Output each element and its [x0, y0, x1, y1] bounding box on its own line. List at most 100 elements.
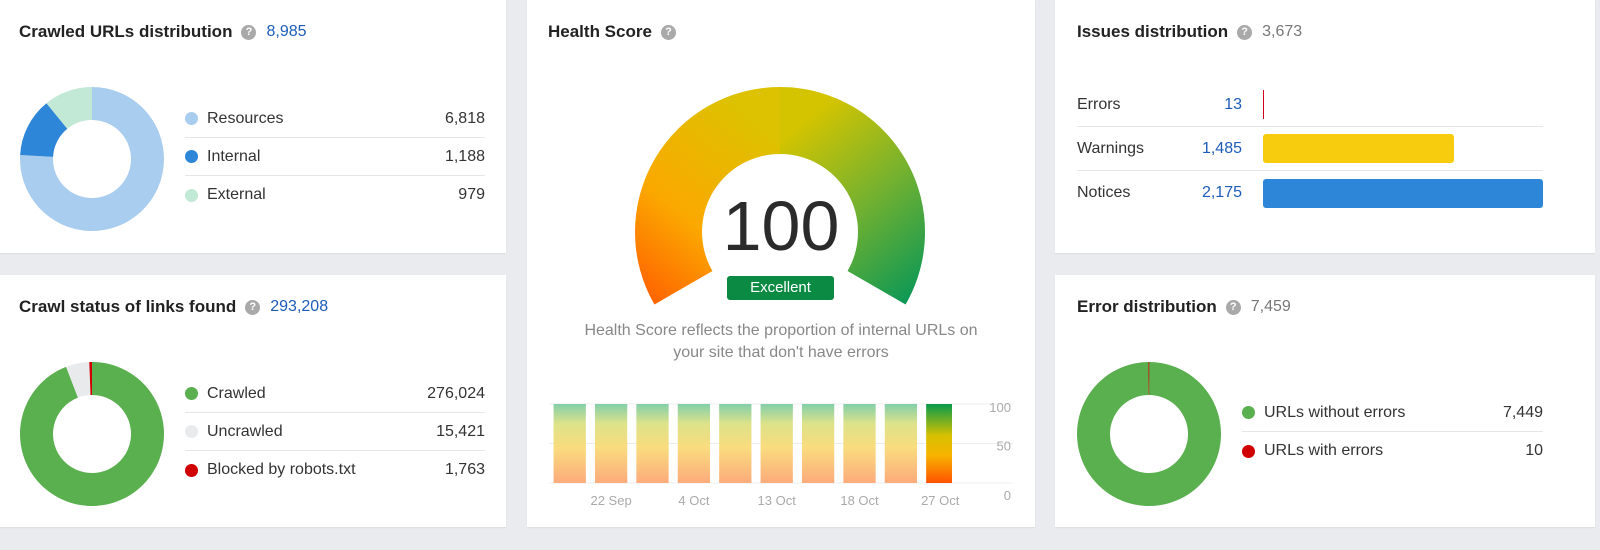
trend-y-tick: 100: [989, 400, 1011, 415]
legend-label: External: [207, 186, 266, 203]
legend-item-resources[interactable]: Resources 6,818: [185, 100, 485, 138]
health-score-description: Health Score reflects the proportion of …: [527, 320, 1035, 364]
legend-dot: [185, 463, 198, 477]
legend-label: Uncrawled: [207, 422, 283, 440]
legend-label: URLs without errors: [1264, 403, 1406, 421]
description-line: Health Score reflects the proportion of …: [584, 322, 978, 339]
trend-bar[interactable]: [594, 404, 628, 483]
error-distribution-panel: Error distribution ? 7,459 URLs without …: [1055, 275, 1595, 527]
crawled-urls-title-text: Crawled URLs distribution: [19, 22, 233, 41]
trend-bar[interactable]: [884, 404, 918, 483]
legend-value: 979: [458, 186, 485, 203]
issue-row-notices[interactable]: Notices 2,175: [1077, 171, 1543, 215]
error-distribution-title-text: Error distribution: [1077, 297, 1217, 316]
trend-x-label: 27 Oct: [921, 493, 960, 508]
trend-x-label: 22 Sep: [590, 493, 631, 508]
legend-item-uncrawled[interactable]: Uncrawled 15,421: [185, 413, 485, 451]
crawled-urls-title: Crawled URLs distribution ? 8,985: [19, 22, 307, 42]
question-circle-icon[interactable]: ?: [245, 299, 261, 315]
legend-dot: [185, 112, 198, 125]
legend-value: 15,421: [436, 422, 485, 440]
legend-item-internal[interactable]: Internal 1,188: [185, 138, 485, 176]
error-distribution-title: Error distribution ? 7,459: [1077, 297, 1291, 317]
trend-bar[interactable]: [760, 404, 793, 483]
legend-label: Resources: [207, 109, 284, 127]
trend-bar[interactable]: [636, 404, 669, 483]
legend-value: 7,449: [1502, 403, 1543, 421]
crawl-status-slice-0[interactable]: [20, 362, 165, 506]
health-rating-badge: Excellent: [727, 276, 834, 300]
description-line: your site that don't have errors: [673, 344, 889, 361]
health-score-title-text: Health Score: [548, 22, 652, 41]
issue-label: Warnings: [1077, 139, 1144, 157]
error-distribution-donut: [1077, 362, 1221, 506]
legend-item-urls-without-errors[interactable]: URLs without errors 7,449: [1242, 394, 1543, 432]
legend-value: 276,024: [427, 384, 485, 402]
trend-x-label: 4 Oct: [678, 493, 709, 508]
legend-item-external[interactable]: External 979: [185, 176, 485, 214]
issues-title-text: Issues distribution: [1077, 22, 1229, 41]
trend-bar[interactable]: [926, 404, 952, 483]
legend-label: URLs with errors: [1264, 442, 1384, 459]
crawl-status-total[interactable]: 293,208: [270, 298, 328, 316]
legend-dot: [185, 387, 198, 400]
crawled-urls-donut: [19, 87, 164, 232]
question-circle-icon[interactable]: ?: [1237, 24, 1253, 40]
legend-dot: [185, 150, 198, 163]
legend-label: Internal: [207, 147, 261, 165]
legend-item-blocked[interactable]: Blocked by robots.txt 1,763: [185, 451, 485, 489]
issue-count-link[interactable]: 13: [1172, 96, 1242, 114]
issue-count-link[interactable]: 1,485: [1172, 140, 1242, 158]
issue-bar-errors: [1263, 90, 1264, 119]
trend-bar[interactable]: [677, 404, 711, 483]
legend-dot: [185, 425, 198, 438]
issue-label: Notices: [1077, 184, 1131, 201]
issues-total: 3,673: [1262, 23, 1303, 40]
error-distribution-legend: URLs without errors 7,449 URLs with erro…: [1242, 394, 1543, 470]
legend-label: Crawled: [207, 384, 266, 402]
legend-dot: [1242, 444, 1255, 458]
question-circle-icon[interactable]: ?: [241, 24, 257, 40]
trend-bar[interactable]: [843, 404, 876, 483]
issue-bar-warnings: [1263, 134, 1455, 163]
trend-bar[interactable]: [553, 404, 586, 483]
crawl-status-legend: Crawled 276,024 Uncrawled 15,421 Blocked…: [185, 375, 485, 489]
legend-value: 10: [1525, 442, 1543, 459]
issues-distribution-panel: Issues distribution ? 3,673 Errors 13 Wa…: [1055, 0, 1595, 253]
legend-dot: [1242, 406, 1255, 419]
question-circle-icon[interactable]: ?: [1225, 299, 1241, 315]
legend-value: 6,818: [444, 109, 485, 127]
health-score-title: Health Score ?: [548, 22, 676, 42]
health-score-trend-chart: 100 50 0 22 Sep 4 Oct 13 Oct 18 Oct 27 Oct: [549, 400, 1013, 508]
issue-label: Errors: [1077, 95, 1121, 113]
crawl-status-donut: [20, 362, 165, 506]
crawl-status-title: Crawl status of links found ? 293,208: [19, 297, 328, 317]
issue-bar-track: [1263, 90, 1543, 119]
crawled-urls-total[interactable]: 8,985: [266, 23, 306, 41]
health-score-value: 100: [722, 187, 840, 265]
trend-bar[interactable]: [801, 404, 835, 483]
trend-x-label: 18 Oct: [840, 493, 879, 508]
error-distribution-total: 7,459: [1250, 298, 1291, 315]
crawled-urls-panel: Crawled URLs distribution ? 8,985 Resour…: [0, 0, 506, 253]
legend-item-urls-with-errors[interactable]: URLs with errors 10: [1242, 432, 1543, 470]
trend-y-tick: 50: [997, 439, 1011, 454]
legend-item-crawled[interactable]: Crawled 276,024: [185, 375, 485, 413]
question-circle-icon[interactable]: ?: [660, 24, 676, 40]
issues-title: Issues distribution ? 3,673: [1077, 22, 1302, 42]
crawl-status-panel: Crawl status of links found ? 293,208 Cr…: [0, 275, 506, 527]
trend-bar[interactable]: [719, 404, 752, 483]
legend-value: 1,188: [444, 147, 485, 165]
health-score-panel: Health Score ? 100 Excellent Health Scor…: [527, 0, 1035, 527]
legend-dot: [185, 188, 198, 202]
issue-count-link[interactable]: 2,175: [1172, 184, 1242, 202]
trend-x-label: 13 Oct: [758, 493, 797, 508]
trend-y-tick: 0: [1004, 488, 1011, 503]
legend-label: Blocked by robots.txt: [207, 461, 356, 478]
issue-row-errors[interactable]: Errors 13: [1077, 83, 1543, 127]
issue-bar-track: [1263, 134, 1543, 163]
issues-list: Errors 13 Warnings 1,485 Notices 2,175: [1077, 83, 1543, 215]
issue-row-warnings[interactable]: Warnings 1,485: [1077, 127, 1543, 171]
crawled-urls-legend: Resources 6,818 Internal 1,188 External …: [185, 100, 485, 214]
issue-bar-notices: [1263, 178, 1543, 208]
